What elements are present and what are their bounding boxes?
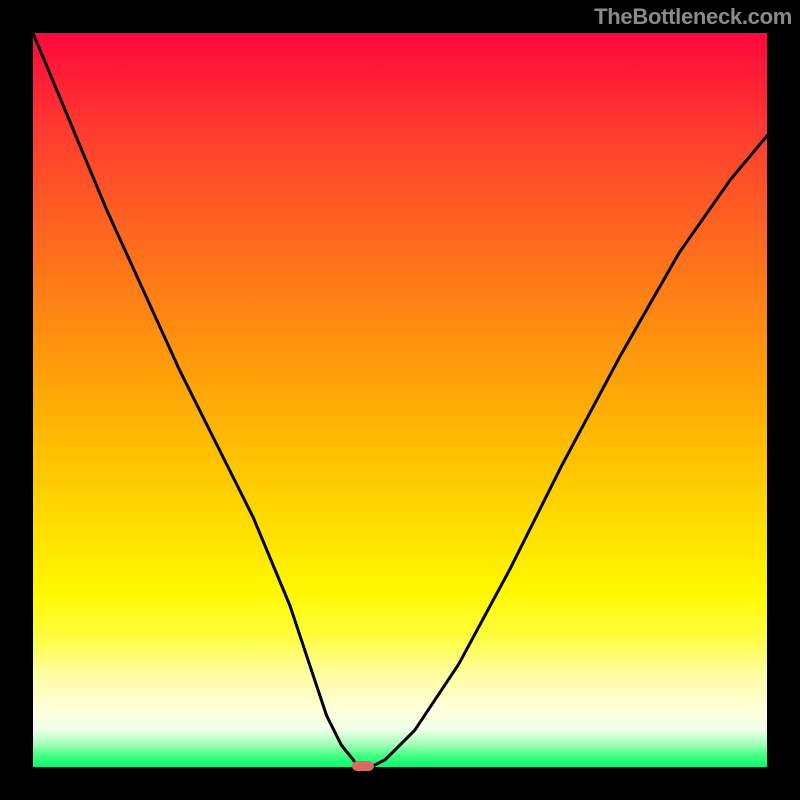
bottleneck-curve bbox=[33, 33, 767, 767]
minimum-marker bbox=[352, 761, 374, 771]
plot-area bbox=[33, 33, 767, 767]
watermark-label: TheBottleneck.com bbox=[594, 4, 792, 30]
